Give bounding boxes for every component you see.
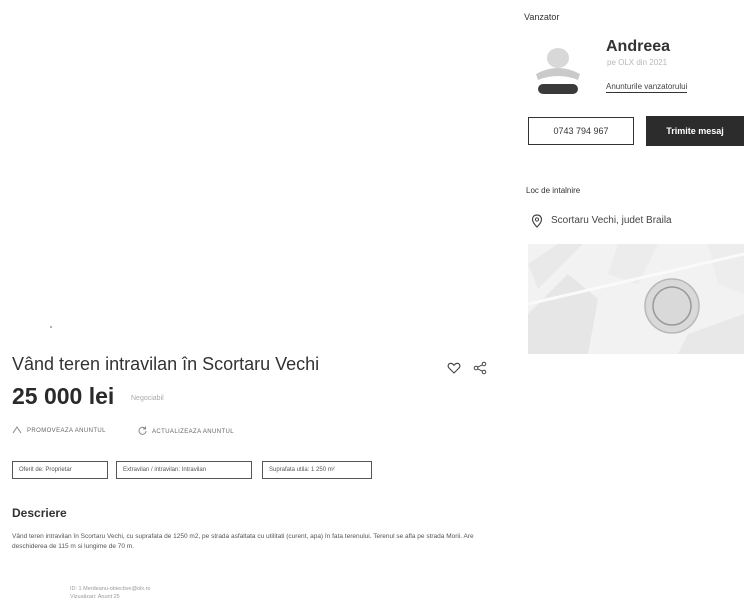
tag-usable-area: Suprafata utila: 1 250 m² [262, 461, 372, 479]
promote-ad-link[interactable]: PROMOVEAZA ANUNTUL [12, 426, 106, 436]
location-heading: Loc de intalnire [526, 186, 581, 195]
seller-member-since: pe OLX din 2021 [607, 58, 668, 67]
description-body: Vând teren intravilan în Scortaru Vechi,… [12, 533, 474, 550]
seller-name: Andreea [606, 38, 671, 55]
promote-ad-label: PROMOVEAZA ANUNTUL [27, 428, 106, 434]
seller-heading: Vanzator [524, 12, 560, 22]
ad-title: Vând teren intravilan în Scortaru Vechi [12, 354, 320, 374]
decorative-dot [50, 326, 52, 328]
ad-footer-line: ID: 1 Merdeanu-obiective@olx.ro [70, 586, 151, 592]
tag-land-type: Extravilan / intravilan: Intravilan [116, 461, 252, 479]
location-pin-icon [531, 214, 543, 228]
refresh-icon [138, 426, 147, 437]
avatar [526, 40, 590, 102]
seller-all-ads-link[interactable]: Anunturile vanzatorului [606, 82, 688, 93]
ad-footer-info: ID: 1 Merdeanu-obiective@olx.ro Vizualiz… [70, 585, 150, 601]
heart-icon[interactable] [447, 361, 461, 375]
share-icon[interactable] [473, 361, 487, 375]
send-message-button[interactable]: Trimite mesaj [646, 116, 744, 146]
refresh-ad-label: ACTUALIZEAZA ANUNTUL [152, 428, 235, 435]
price-negotiable-note: Negociabil [131, 395, 164, 402]
description-heading: Descriere [12, 506, 67, 520]
map[interactable] [528, 244, 744, 354]
phone-button[interactable]: 0743 794 967 [528, 117, 634, 145]
location-text: Scortaru Vechi, judet Braila [551, 215, 672, 226]
tag-offered-by: Oferit de: Proprietar [12, 461, 108, 479]
ad-footer-line: Vizualizari: Anunt 25 [70, 594, 120, 600]
ad-price: 25 000 lei [12, 383, 115, 409]
promote-icon [12, 426, 22, 436]
refresh-ad-link[interactable]: ACTUALIZEAZA ANUNTUL [138, 426, 234, 437]
